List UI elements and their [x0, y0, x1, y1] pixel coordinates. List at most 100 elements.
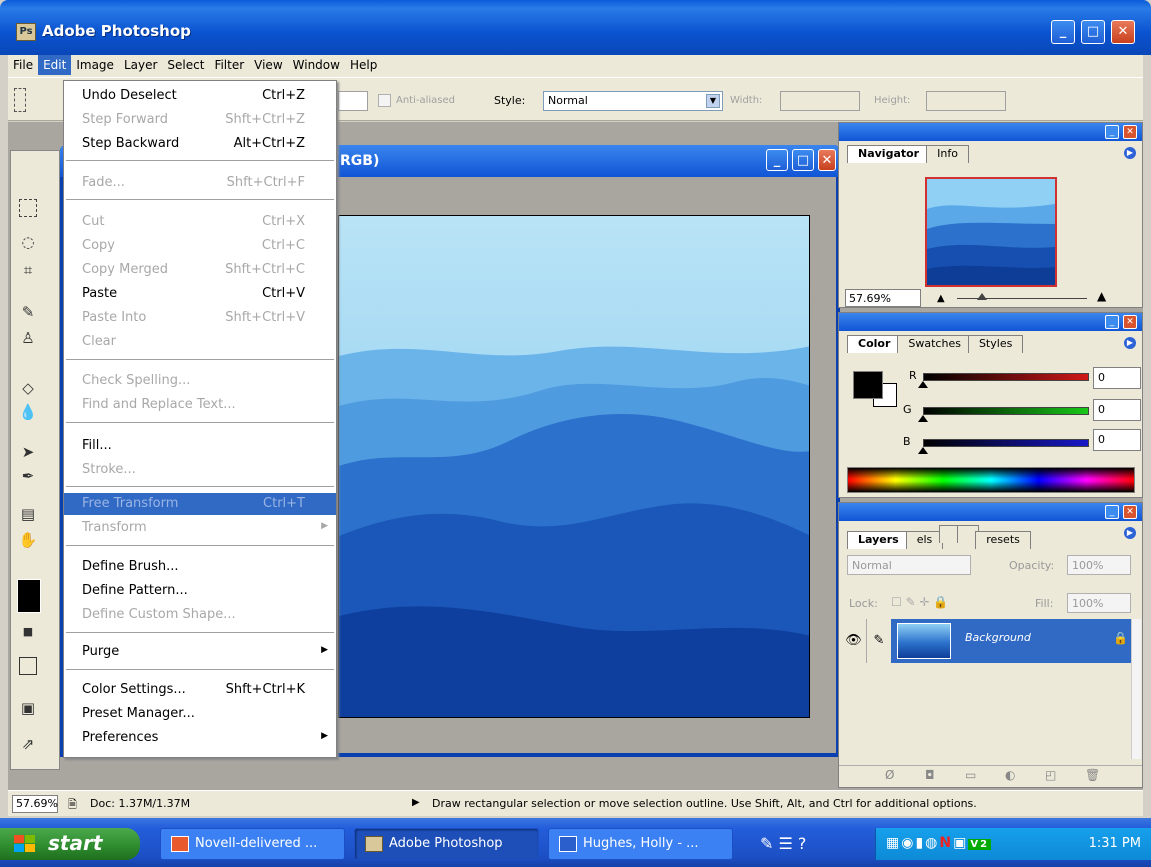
jump-to-imageready-icon[interactable]: ⇗: [17, 733, 39, 755]
tab-info[interactable]: Info: [926, 145, 969, 163]
anti-aliased-checkbox[interactable]: [378, 94, 391, 107]
menu-file[interactable]: File: [8, 55, 38, 75]
play-arrow-icon[interactable]: ▶: [412, 797, 420, 808]
menu-layer[interactable]: Layer: [119, 55, 162, 75]
menu-item-step-forward[interactable]: Step Forward Shft+Ctrl+Z: [64, 109, 336, 131]
menu-item-define-brush[interactable]: Define Brush...: [64, 556, 336, 578]
blue-slider-thumb[interactable]: [918, 447, 928, 454]
menu-item-transform[interactable]: Transform ▶: [64, 517, 336, 539]
doc-minimize-button[interactable]: _: [766, 149, 788, 171]
menu-image[interactable]: Image: [71, 55, 119, 75]
notes-tool-icon[interactable]: ▤: [17, 503, 39, 525]
menu-item-color-settings[interactable]: Color Settings... Shft+Ctrl+K: [64, 679, 336, 701]
layer-style-icon[interactable]: Ø: [885, 768, 894, 782]
red-slider-thumb[interactable]: [918, 381, 928, 388]
hand-tool-icon[interactable]: ✋: [17, 529, 39, 551]
document-icon[interactable]: 🗎: [68, 796, 77, 815]
blend-mode-select[interactable]: Normal: [847, 555, 971, 575]
red-slider[interactable]: [923, 373, 1089, 381]
color-ramp[interactable]: [847, 467, 1135, 493]
menu-item-copy-merged[interactable]: Copy Merged Shft+Ctrl+C: [64, 259, 336, 281]
maximize-button[interactable]: □: [1081, 20, 1105, 44]
menu-item-preset-manager[interactable]: Preset Manager...: [64, 703, 336, 725]
tab-tool-presets[interactable]: resets: [975, 531, 1031, 549]
green-slider[interactable]: [923, 407, 1089, 415]
layer-mask-icon[interactable]: ◘: [925, 768, 935, 782]
menu-filter[interactable]: Filter: [209, 55, 249, 75]
clone-stamp-icon[interactable]: ♙: [17, 327, 39, 349]
tab-styles[interactable]: Styles: [967, 335, 1024, 353]
menu-item-fill[interactable]: Fill...: [64, 435, 336, 457]
menu-help[interactable]: Help: [345, 55, 382, 75]
feather-field[interactable]: [338, 91, 368, 111]
start-button[interactable]: start: [0, 828, 140, 860]
palette-minimize-button[interactable]: _: [1105, 315, 1119, 329]
lasso-tool-icon[interactable]: ◌: [17, 231, 39, 253]
new-layer-icon[interactable]: ◰: [1045, 768, 1056, 782]
menu-select[interactable]: Select: [162, 55, 209, 75]
navigator-thumbnail[interactable]: [925, 177, 1057, 287]
paintbrush-icon[interactable]: ✎: [867, 619, 891, 663]
layer-row-background[interactable]: 👁 ✎ Background 🔒: [841, 619, 1131, 663]
layers-scrollbar[interactable]: [1131, 619, 1141, 759]
menu-view[interactable]: View: [249, 55, 287, 75]
path-selection-icon[interactable]: ➤: [17, 441, 39, 463]
palette-close-button[interactable]: ✕: [1123, 125, 1137, 139]
minimize-button[interactable]: _: [1051, 20, 1075, 44]
menu-item-define-pattern[interactable]: Define Pattern...: [64, 580, 336, 602]
eye-icon[interactable]: 👁: [841, 619, 867, 663]
adjustment-layer-icon[interactable]: ◐: [1005, 768, 1015, 782]
menu-window[interactable]: Window: [288, 55, 345, 75]
zoom-in-icon[interactable]: ▲: [1097, 289, 1106, 303]
quick-launch-icons[interactable]: ✎ ☰ ?: [760, 834, 806, 853]
doc-close-button[interactable]: ✕: [818, 149, 836, 171]
menu-item-step-backward[interactable]: Step Backward Alt+Ctrl+Z: [64, 133, 336, 155]
menu-item-cut[interactable]: Cut Ctrl+X: [64, 211, 336, 233]
marquee-tool-icon[interactable]: [19, 199, 37, 217]
menu-item-check-spelling[interactable]: Check Spelling...: [64, 370, 336, 392]
menu-edit[interactable]: Edit: [38, 55, 72, 75]
blue-value-field[interactable]: 0: [1093, 429, 1141, 451]
new-group-icon[interactable]: ▭: [965, 768, 976, 782]
tray-icons[interactable]: ▦◉▮◍N▣ V2: [886, 835, 992, 851]
menu-item-define-custom-shape[interactable]: Define Custom Shape...: [64, 604, 336, 626]
tab-channels[interactable]: els: [905, 531, 944, 549]
chevron-down-icon[interactable]: ▼: [706, 94, 720, 108]
menu-item-stroke[interactable]: Stroke...: [64, 459, 336, 481]
crop-tool-icon[interactable]: ⌗: [17, 259, 39, 281]
menu-item-copy[interactable]: Copy Ctrl+C: [64, 235, 336, 257]
tab-layers[interactable]: Layers: [847, 531, 910, 549]
zoom-out-icon[interactable]: ▲: [937, 293, 945, 304]
pen-tool-icon[interactable]: ✒: [17, 465, 39, 487]
default-colors-icon[interactable]: ■: [17, 621, 39, 643]
marquee-tool-preset-icon[interactable]: [14, 88, 26, 112]
menu-item-undo-deselect[interactable]: Undo Deselect Ctrl+Z: [64, 85, 336, 107]
green-slider-thumb[interactable]: [918, 415, 928, 422]
menu-item-purge[interactable]: Purge ▶: [64, 641, 336, 663]
palette-close-button[interactable]: ✕: [1123, 315, 1137, 329]
foreground-color-swatch[interactable]: [853, 371, 883, 399]
taskbar-item-photoshop[interactable]: Adobe Photoshop: [354, 828, 539, 860]
menu-item-free-transform[interactable]: Free Transform Ctrl+T: [64, 493, 336, 515]
healing-brush-icon[interactable]: ✎: [17, 301, 39, 323]
width-field[interactable]: [780, 91, 860, 111]
red-value-field[interactable]: 0: [1093, 367, 1141, 389]
height-field[interactable]: [926, 91, 1006, 111]
menu-item-fade[interactable]: Fade... Shft+Ctrl+F: [64, 172, 336, 194]
palette-menu-icon[interactable]: ▶: [1124, 147, 1136, 159]
opacity-field[interactable]: 100%: [1067, 555, 1131, 575]
menu-item-paste[interactable]: Paste Ctrl+V: [64, 283, 336, 305]
zoom-slider-thumb[interactable]: [977, 293, 987, 300]
green-value-field[interactable]: 0: [1093, 399, 1141, 421]
taskbar-item-word[interactable]: Hughes, Holly - ...: [548, 828, 733, 860]
trash-icon[interactable]: 🗑: [1085, 768, 1100, 782]
tab-swatches[interactable]: Swatches: [897, 335, 972, 353]
menu-item-paste-into[interactable]: Paste Into Shft+Ctrl+V: [64, 307, 336, 329]
screen-mode-icon[interactable]: ▣: [17, 697, 39, 719]
close-button[interactable]: ✕: [1111, 20, 1135, 44]
tab-color[interactable]: Color: [847, 335, 902, 353]
status-zoom-field[interactable]: 57.69%: [12, 795, 58, 813]
canvas-image[interactable]: [338, 215, 810, 718]
lock-icons[interactable]: ☐ ✎ ✛ 🔒: [891, 595, 948, 609]
fill-field[interactable]: 100%: [1067, 593, 1131, 613]
